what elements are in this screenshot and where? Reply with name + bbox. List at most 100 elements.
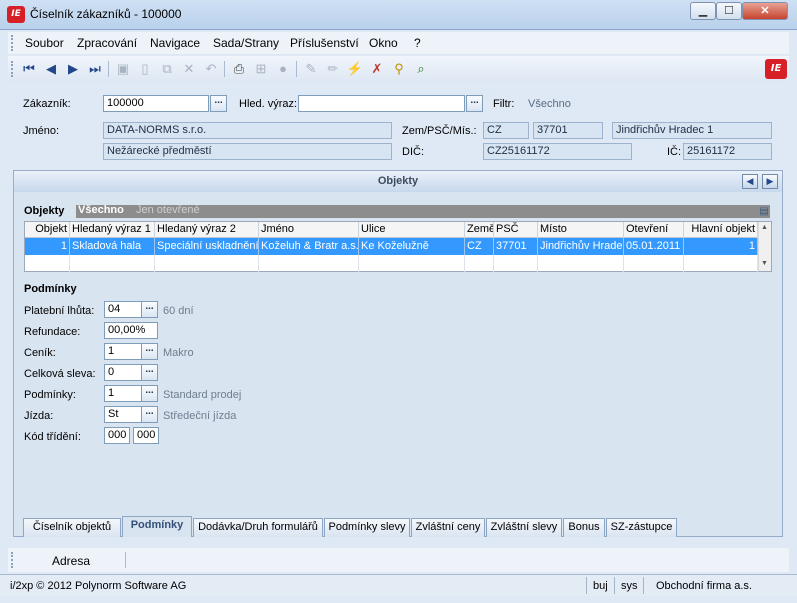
- total-discount-lookup-button[interactable]: ...: [141, 364, 158, 381]
- tab-podminky-slevy[interactable]: Podmínky slevy: [324, 518, 410, 537]
- column-header[interactable]: Hledaný výraz 2: [155, 222, 259, 238]
- ride-hint: Středeční jízda: [163, 410, 237, 422]
- search-icon[interactable]: ⚲: [390, 60, 408, 78]
- app-logo-icon: IE: [7, 6, 25, 23]
- next-record-icon[interactable]: ▶: [64, 60, 82, 78]
- menu-zpracovani[interactable]: Zpracování: [77, 36, 137, 50]
- menu-grip[interactable]: [11, 35, 14, 51]
- adresa-button[interactable]: Adresa: [52, 554, 90, 568]
- dic-label: DIČ:: [402, 146, 424, 158]
- column-header[interactable]: Otevření: [624, 222, 684, 238]
- customer-lookup-button[interactable]: ...: [210, 95, 227, 112]
- panel-prev-icon[interactable]: ◀: [742, 174, 758, 189]
- pencil-icon[interactable]: ✏: [324, 60, 342, 78]
- toolbar-separator: [296, 61, 297, 77]
- tab-bonus[interactable]: Bonus: [563, 518, 605, 537]
- dic-field: CZ25161172: [483, 143, 632, 160]
- filter-icon[interactable]: ⚡: [346, 60, 364, 78]
- menu-help[interactable]: ?: [414, 36, 421, 50]
- name-field: DATA-NORMS s.r.o.: [103, 122, 392, 139]
- table-cell: [494, 255, 538, 272]
- column-header[interactable]: Země: [465, 222, 494, 238]
- table-scrollbar[interactable]: ▲ ▼: [758, 222, 771, 271]
- minimize-button[interactable]: ▁: [690, 2, 716, 20]
- delete-icon[interactable]: ✕: [180, 60, 198, 78]
- edit-icon[interactable]: ✎: [302, 60, 320, 78]
- table-cell: 1: [684, 238, 758, 255]
- new-icon[interactable]: ▯: [136, 60, 154, 78]
- window-title: Číselník zákazníků - 100000: [30, 7, 182, 21]
- tab-cislenik-objektu[interactable]: Číselník objektů: [23, 518, 121, 537]
- column-header[interactable]: PSČ: [494, 222, 538, 238]
- search-lookup-button[interactable]: ...: [466, 95, 483, 112]
- column-header[interactable]: Ulice: [359, 222, 465, 238]
- table-cell: [465, 255, 494, 272]
- prev-record-icon[interactable]: ◀: [42, 60, 60, 78]
- column-header[interactable]: Hledaný výraz 1: [70, 222, 155, 238]
- find-icon[interactable]: ⌕: [412, 60, 430, 78]
- total-discount-input[interactable]: 0: [104, 364, 142, 381]
- print-icon[interactable]: ⎙: [230, 60, 248, 78]
- menu-sada-strany[interactable]: Sada/Strany: [213, 36, 279, 50]
- conditions-input[interactable]: 1: [104, 385, 142, 402]
- table-cell: [155, 255, 259, 272]
- tab-sz-zastupce[interactable]: SZ-zástupce: [606, 518, 677, 537]
- scroll-down-icon[interactable]: ▼: [761, 260, 768, 267]
- conditions-lookup-button[interactable]: ...: [141, 385, 158, 402]
- column-header[interactable]: Hlavní objekt: [684, 222, 758, 238]
- menu-navigace[interactable]: Navigace: [150, 36, 200, 50]
- panel-next-icon[interactable]: ▶: [762, 174, 778, 189]
- save-icon[interactable]: ▣: [114, 60, 132, 78]
- table-row[interactable]: 1 Skladová hala Speciální uskladnění Kož…: [25, 238, 758, 255]
- menu-bar: Soubor Zpracování Navigace Sada/Strany P…: [8, 32, 789, 54]
- toolbar-separator: [108, 61, 109, 77]
- grid-options-icon[interactable]: ▤: [755, 203, 773, 221]
- ride-input[interactable]: St: [104, 406, 142, 423]
- column-header[interactable]: Místo: [538, 222, 624, 238]
- sort-code-input-2[interactable]: 000: [133, 427, 159, 444]
- maximize-button[interactable]: ☐: [716, 2, 742, 20]
- column-header[interactable]: Jméno: [259, 222, 359, 238]
- menu-prislusenstvi[interactable]: Příslušenství: [290, 36, 359, 50]
- street-field: Nežárecké předměstí: [103, 143, 392, 160]
- undo-icon[interactable]: ↶: [202, 60, 220, 78]
- table-header: Objekt Hledaný výraz 1 Hledaný výraz 2 J…: [25, 222, 758, 238]
- payment-term-label: Platební lhůta:: [24, 305, 95, 317]
- ride-lookup-button[interactable]: ...: [141, 406, 158, 423]
- clear-filter-icon[interactable]: ✗: [368, 60, 386, 78]
- status-company: Obchodní firma a.s.: [656, 580, 752, 592]
- country-field: CZ: [483, 122, 529, 139]
- copy-icon[interactable]: ⧉: [158, 60, 176, 78]
- menu-soubor[interactable]: Soubor: [25, 36, 64, 50]
- table-row-empty[interactable]: [25, 255, 758, 272]
- scroll-up-icon[interactable]: ▲: [761, 224, 768, 231]
- pricelist-lookup-button[interactable]: ...: [141, 343, 158, 360]
- toolbar-grip[interactable]: [11, 61, 14, 77]
- close-button[interactable]: ✕: [742, 2, 788, 20]
- filter-open-option[interactable]: Jen otevřené: [136, 204, 200, 216]
- tab-zvlastni-ceny[interactable]: Zvláštní ceny: [411, 518, 485, 537]
- refund-input[interactable]: 00,00%: [104, 322, 158, 339]
- customer-input[interactable]: 100000: [103, 95, 209, 112]
- objects-panel-header: Objekty ◀ ▶: [14, 171, 782, 192]
- tab-zvlastni-slevy[interactable]: Zvláštní slevy: [486, 518, 562, 537]
- first-record-icon[interactable]: ⏮: [20, 60, 38, 78]
- stop-icon[interactable]: ●: [274, 60, 292, 78]
- tab-dodavka[interactable]: Dodávka/Druh formulářů: [193, 518, 323, 537]
- pricelist-input[interactable]: 1: [104, 343, 142, 360]
- menu-okno[interactable]: Okno: [369, 36, 398, 50]
- payment-term-input[interactable]: 04: [104, 301, 142, 318]
- objects-panel: Objekty ◀ ▶ Objekty Všechno Jen otevřené…: [13, 170, 783, 537]
- sort-code-input-1[interactable]: 000: [104, 427, 130, 444]
- payment-term-lookup-button[interactable]: ...: [141, 301, 158, 318]
- adresa-grip[interactable]: [11, 552, 14, 568]
- column-header[interactable]: Objekt: [25, 222, 70, 238]
- tree-icon[interactable]: ⊞: [252, 60, 270, 78]
- tab-podminky[interactable]: Podmínky: [122, 516, 192, 537]
- adresa-separator: [125, 552, 126, 568]
- filter-all-option[interactable]: Všechno: [78, 204, 124, 216]
- search-input[interactable]: [298, 95, 465, 112]
- last-record-icon[interactable]: ⏭: [86, 60, 104, 78]
- table-cell: CZ: [465, 238, 494, 255]
- status-bar: i/2xp © 2012 Polynorm Software AG buj sy…: [0, 574, 797, 596]
